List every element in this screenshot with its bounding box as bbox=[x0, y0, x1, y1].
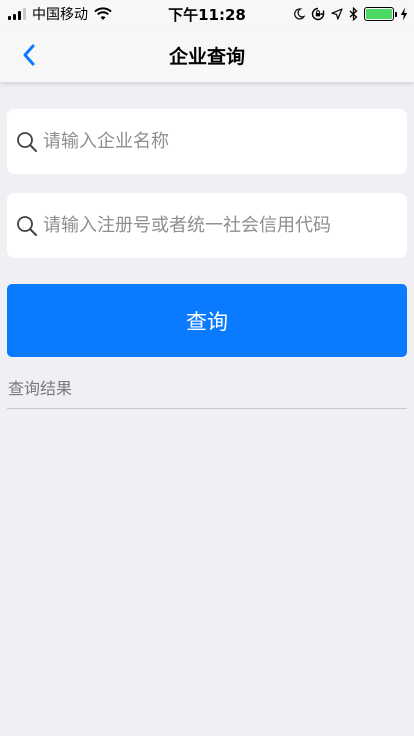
registration-code-field[interactable] bbox=[7, 193, 407, 258]
page-title: 企业查询 bbox=[168, 46, 245, 68]
charging-icon bbox=[400, 7, 408, 21]
results-divider bbox=[7, 408, 407, 409]
registration-code-input[interactable] bbox=[43, 215, 403, 236]
location-icon bbox=[331, 8, 343, 20]
screen: 中国移动 下午11:28 企业查询 请输入企业名称 请输入注册号或者统一社会信用… bbox=[0, 0, 414, 736]
status-bar: 中国移动 下午11:28 bbox=[0, 0, 414, 28]
navigation-bar: 企业查询 bbox=[0, 28, 414, 82]
battery-icon bbox=[364, 7, 397, 21]
company-name-field[interactable] bbox=[7, 109, 407, 174]
moon-icon bbox=[294, 8, 305, 20]
bluetooth-icon bbox=[349, 7, 358, 21]
query-results-label: 查询结果 bbox=[8, 379, 73, 398]
query-button[interactable]: 查询 bbox=[7, 284, 407, 357]
company-name-input[interactable] bbox=[43, 131, 403, 152]
search-icon bbox=[17, 131, 37, 152]
search-icon bbox=[17, 215, 37, 236]
status-bar-right bbox=[293, 4, 408, 24]
lock-rotation-icon bbox=[311, 7, 325, 21]
